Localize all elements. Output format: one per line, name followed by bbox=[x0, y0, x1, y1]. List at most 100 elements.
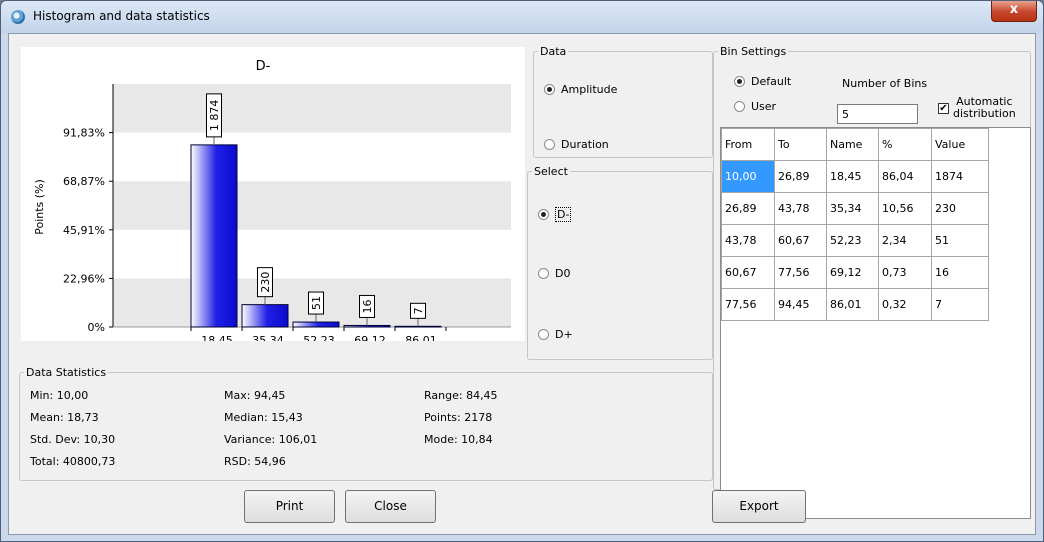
data-label: 230 bbox=[259, 272, 272, 293]
radio-d0[interactable]: D0 bbox=[538, 267, 570, 280]
table-cell[interactable]: 230 bbox=[931, 192, 989, 225]
table-cell[interactable]: 10,56 bbox=[878, 192, 932, 225]
radio-default-bins[interactable]: Default bbox=[734, 75, 791, 88]
radio-d-minus-dot[interactable] bbox=[538, 209, 549, 220]
data-group-legend: Data bbox=[540, 45, 567, 58]
table-cell[interactable]: 60,67 bbox=[721, 256, 775, 289]
table-cell[interactable]: 35,34 bbox=[826, 192, 879, 225]
histogram-bar bbox=[190, 144, 238, 328]
table-cell[interactable]: 77,56 bbox=[721, 288, 775, 321]
radio-duration[interactable]: Duration bbox=[544, 138, 609, 151]
table-cell[interactable]: 86,04 bbox=[878, 160, 932, 193]
table-row[interactable]: 77,56 94,45 86,01 0,32 7 bbox=[721, 288, 989, 321]
chart-title: D- bbox=[256, 59, 271, 74]
table-cell[interactable]: 60,67 bbox=[774, 224, 827, 257]
col-header-value[interactable]: Value bbox=[931, 128, 989, 161]
table-cell[interactable]: 43,78 bbox=[774, 192, 827, 225]
data-label: 51 bbox=[310, 296, 323, 310]
select-group: Select D- D0 D+ bbox=[527, 165, 713, 360]
data-label: 7 bbox=[412, 307, 425, 314]
radio-d-plus[interactable]: D+ bbox=[538, 328, 573, 341]
select-group-legend: Select bbox=[534, 165, 568, 178]
stat-variance: Variance: 106,01 bbox=[224, 433, 318, 446]
radio-user-dot[interactable] bbox=[734, 101, 745, 112]
bins-header-row: From To Name % Value bbox=[721, 128, 989, 161]
num-bins-input[interactable] bbox=[837, 104, 918, 124]
stat-range: Range: 84,45 bbox=[424, 389, 498, 402]
window-close-button[interactable]: x bbox=[991, 1, 1037, 22]
table-row[interactable]: 60,67 77,56 69,12 0,73 16 bbox=[721, 256, 989, 289]
radio-d-plus-dot[interactable] bbox=[538, 329, 549, 340]
stat-median: Median: 15,43 bbox=[224, 411, 303, 424]
x-tick-label: 69,12 bbox=[354, 334, 386, 341]
automatic-label-line2: distribution bbox=[953, 107, 1016, 120]
title-bar[interactable]: Histogram and data statistics x bbox=[1, 1, 1043, 33]
y-tick-label: 0% bbox=[88, 321, 105, 334]
x-tick-label: 18,45 bbox=[201, 334, 233, 341]
table-cell[interactable]: 77,56 bbox=[774, 256, 827, 289]
table-cell[interactable]: 7 bbox=[931, 288, 989, 321]
table-cell[interactable]: 2,34 bbox=[878, 224, 932, 257]
radio-d-minus-label: D- bbox=[555, 207, 572, 222]
data-statistics-legend: Data Statistics bbox=[26, 366, 107, 379]
y-tick-label: 22,96% bbox=[63, 272, 105, 285]
table-cell[interactable]: 69,12 bbox=[826, 256, 879, 289]
table-cell[interactable]: 10,00 bbox=[721, 160, 775, 193]
table-cell[interactable]: 1874 bbox=[931, 160, 989, 193]
export-button[interactable]: Export bbox=[712, 490, 806, 523]
stat-points: Points: 2178 bbox=[424, 411, 493, 424]
radio-d-minus[interactable]: D- bbox=[538, 207, 572, 222]
automatic-distribution-label: Automatic distribution bbox=[953, 96, 1016, 120]
y-tick-label: 68,87% bbox=[63, 175, 105, 188]
app-icon bbox=[11, 10, 25, 24]
histogram-bar bbox=[343, 324, 391, 328]
stat-mode: Mode: 10,84 bbox=[424, 433, 493, 446]
stat-max: Max: 94,45 bbox=[224, 389, 286, 402]
stat-std-dev: Std. Dev: 10,30 bbox=[30, 433, 116, 446]
grid-band bbox=[113, 84, 511, 133]
stat-min: Min: 10,00 bbox=[30, 389, 89, 402]
table-cell[interactable]: 16 bbox=[931, 256, 989, 289]
table-cell[interactable]: 26,89 bbox=[721, 192, 775, 225]
radio-default-dot[interactable] bbox=[734, 76, 745, 87]
table-cell[interactable]: 52,23 bbox=[826, 224, 879, 257]
col-header-to[interactable]: To bbox=[774, 128, 827, 161]
close-button[interactable]: Close bbox=[345, 490, 436, 523]
bins-table: From To Name % Value 10,00 26,89 18,45 8… bbox=[721, 128, 989, 321]
radio-duration-label: Duration bbox=[561, 138, 609, 151]
radio-amplitude-dot[interactable] bbox=[544, 84, 555, 95]
table-cell[interactable]: 86,01 bbox=[826, 288, 879, 321]
radio-amplitude[interactable]: Amplitude bbox=[544, 83, 617, 96]
radio-d0-label: D0 bbox=[555, 267, 571, 280]
radio-user-label: User bbox=[751, 100, 777, 113]
radio-user-bins[interactable]: User bbox=[734, 100, 776, 113]
data-label: 1 874 bbox=[208, 100, 221, 132]
stat-rsd: RSD: 54,96 bbox=[224, 455, 286, 468]
radio-d-plus-label: D+ bbox=[555, 328, 573, 341]
histogram-window: Histogram and data statistics x 0% 22,96%… bbox=[0, 0, 1044, 542]
table-cell[interactable]: 0,73 bbox=[878, 256, 932, 289]
col-header-from[interactable]: From bbox=[721, 128, 775, 161]
table-cell[interactable]: 94,45 bbox=[774, 288, 827, 321]
print-button[interactable]: Print bbox=[244, 490, 335, 523]
x-tick-label: 52,23 bbox=[303, 334, 335, 341]
table-cell[interactable]: 18,45 bbox=[826, 160, 879, 193]
table-row[interactable]: 10,00 26,89 18,45 86,04 1874 bbox=[721, 160, 989, 193]
col-header-name[interactable]: Name bbox=[826, 128, 879, 161]
radio-duration-dot[interactable] bbox=[544, 139, 555, 150]
automatic-distribution-checkbox[interactable]: ✔ bbox=[938, 103, 949, 114]
table-cell[interactable]: 51 bbox=[931, 224, 989, 257]
table-row[interactable]: 43,78 60,67 52,23 2,34 51 bbox=[721, 224, 989, 257]
stat-mean: Mean: 18,73 bbox=[30, 411, 99, 424]
data-label: 16 bbox=[361, 299, 374, 313]
table-cell[interactable]: 0,32 bbox=[878, 288, 932, 321]
bins-grid[interactable]: From To Name % Value 10,00 26,89 18,45 8… bbox=[720, 127, 1031, 519]
window-title: Histogram and data statistics bbox=[33, 9, 210, 23]
histogram-bar bbox=[292, 321, 340, 328]
table-cell[interactable]: 26,89 bbox=[774, 160, 827, 193]
table-cell[interactable]: 43,78 bbox=[721, 224, 775, 257]
radio-d0-dot[interactable] bbox=[538, 268, 549, 279]
table-row[interactable]: 26,89 43,78 35,34 10,56 230 bbox=[721, 192, 989, 225]
col-header-percent[interactable]: % bbox=[878, 128, 932, 161]
stat-total: Total: 40800,73 bbox=[30, 455, 116, 468]
